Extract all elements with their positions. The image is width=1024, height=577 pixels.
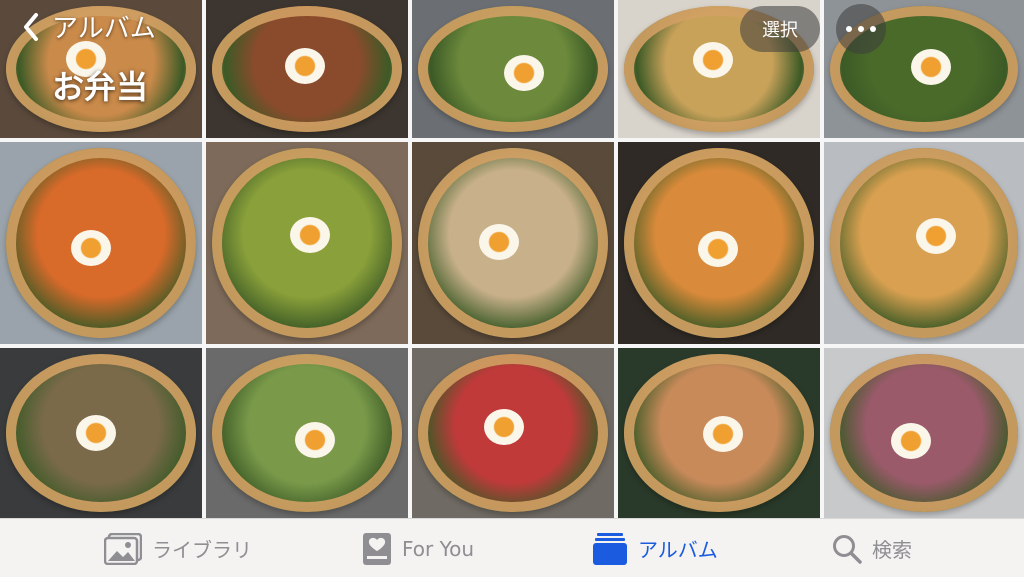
photo-bento-2[interactable] [206, 0, 408, 138]
photo-bento-15[interactable] [824, 348, 1024, 518]
back-button-label: アルバム [52, 14, 156, 44]
select-button[interactable]: 選択 [740, 6, 820, 52]
tab-search[interactable]: 検索 [832, 519, 912, 577]
back-button[interactable]: アルバム [18, 8, 156, 45]
photo-bento-12[interactable] [206, 348, 408, 518]
photo-bento-6[interactable] [0, 142, 202, 344]
more-options-button[interactable] [836, 4, 886, 54]
photo-bento-10[interactable] [824, 142, 1024, 344]
tab-library-label: ライブラリ [152, 538, 252, 562]
photo-grid [0, 0, 1024, 518]
photo-bento-14[interactable] [618, 348, 820, 518]
tab-albums-label: アルバム [638, 538, 718, 562]
photo-bento-13[interactable] [412, 348, 614, 518]
tab-albums[interactable]: アルバム [592, 519, 718, 577]
photo-bento-3[interactable] [412, 0, 614, 138]
tab-library[interactable]: ライブラリ [104, 519, 252, 577]
photo-library-icon [104, 532, 142, 565]
albums-icon [593, 532, 627, 565]
more-icon [843, 26, 879, 32]
tab-for-you-label: For You [402, 536, 475, 561]
photo-bento-7[interactable] [206, 142, 408, 344]
chevron-left-icon [24, 12, 38, 41]
photo-bento-8[interactable] [412, 142, 614, 344]
tab-bar: ライブラリ For You アルバム 検索 [0, 518, 1024, 577]
for-you-icon [363, 532, 391, 565]
tab-search-label: 検索 [872, 538, 912, 562]
tab-for-you[interactable]: For You [362, 519, 474, 577]
photo-bento-11[interactable] [0, 348, 202, 518]
photo-bento-9[interactable] [618, 142, 820, 344]
search-icon [833, 534, 862, 564]
photos-app: アルバム お弁当 選択 ライブラリ For You アルバム 検索 [0, 0, 1024, 577]
